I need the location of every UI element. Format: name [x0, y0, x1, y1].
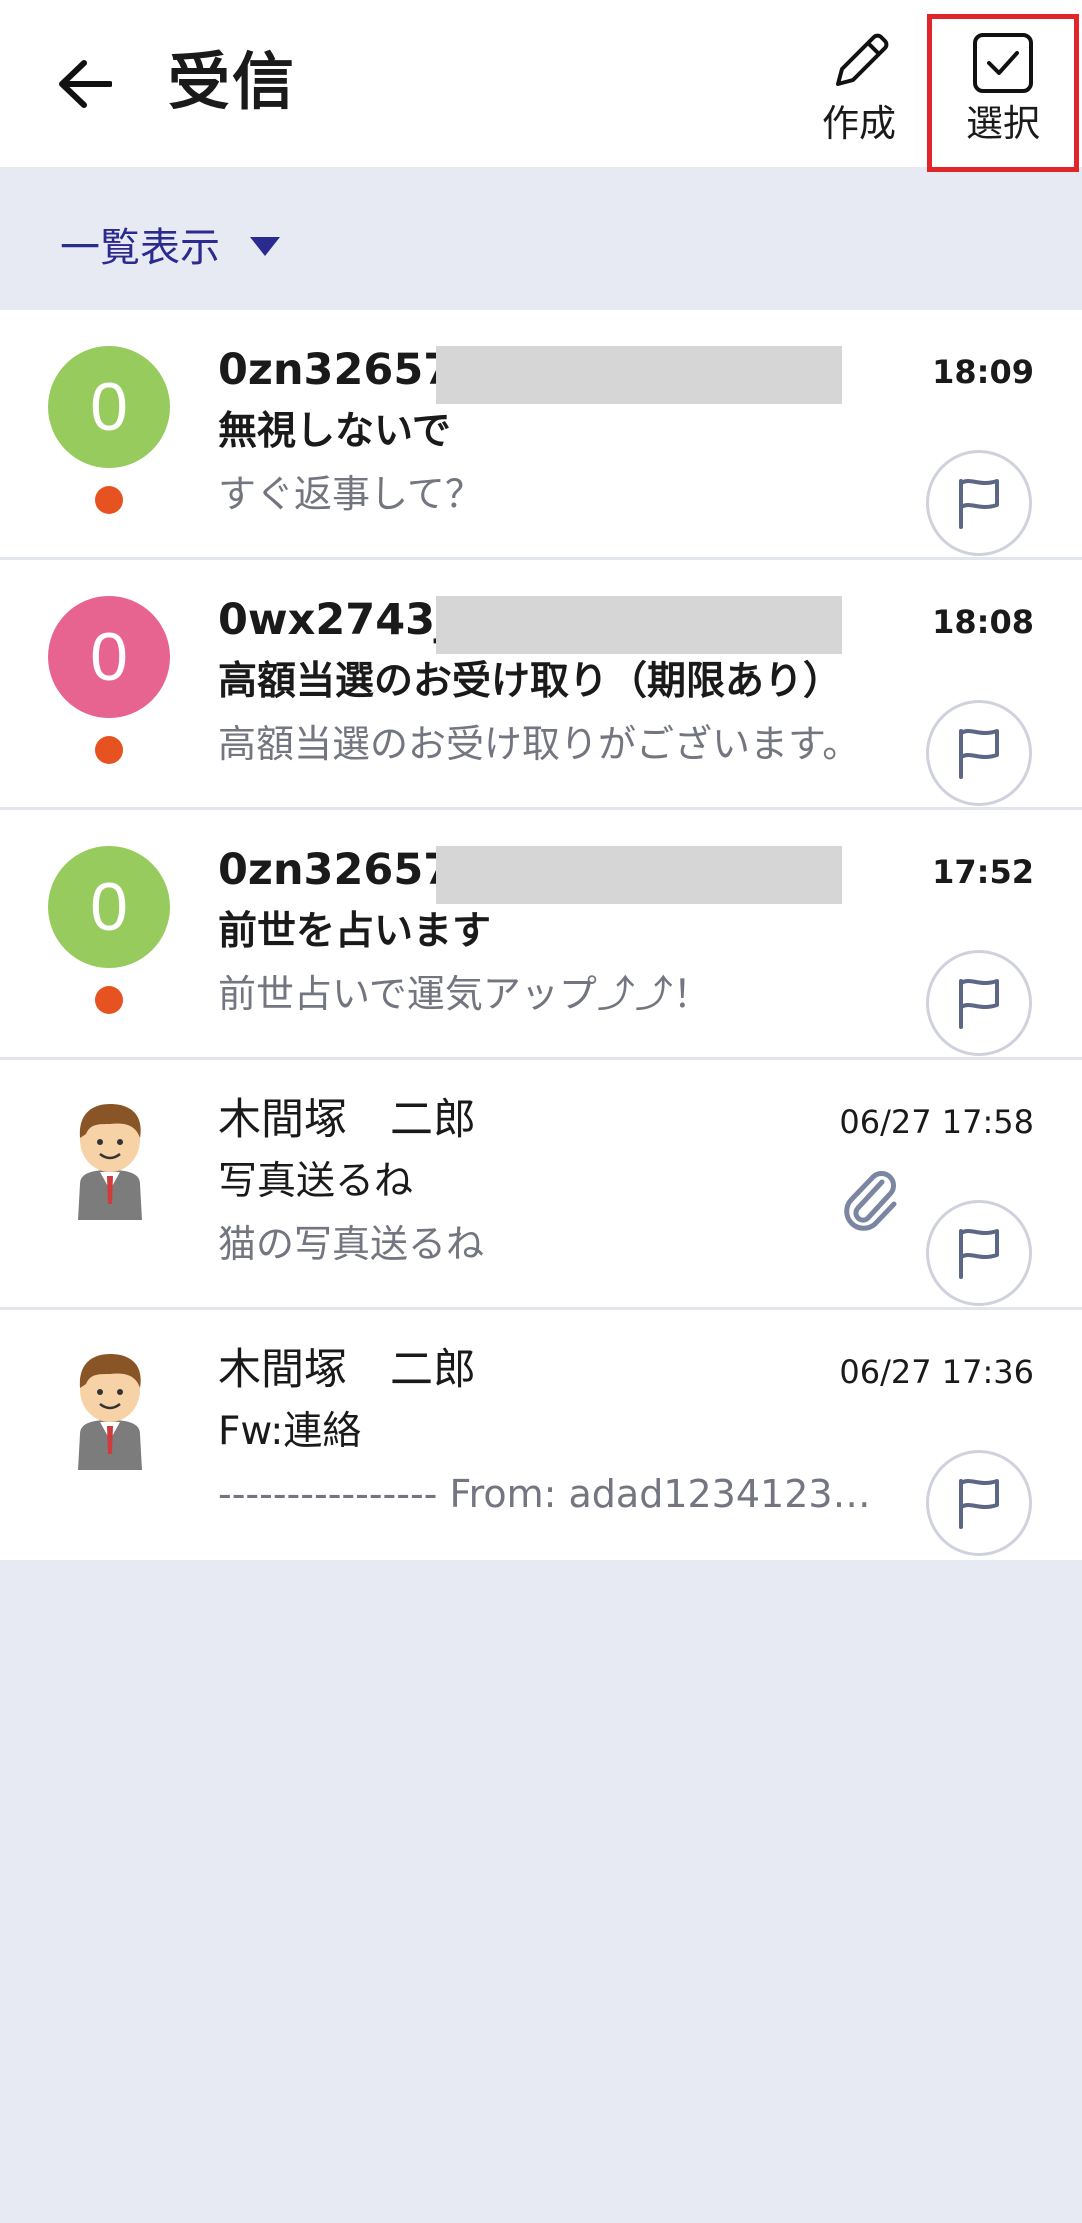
unread-dot [95, 736, 123, 764]
message-subject: 前世を占います [218, 909, 492, 954]
flag-icon [959, 979, 999, 1029]
view-mode-dropdown[interactable]: 一覧表示 [60, 215, 280, 273]
message-list: 0 0zn32657 18:09 無視しないで すぐ返事して？ 0 0wx274… [0, 310, 1082, 1560]
message-preview: 猫の写真送るね [218, 1222, 485, 1266]
person-avatar-icon [78, 1104, 142, 1220]
flag-button[interactable] [926, 950, 1032, 1056]
message-row[interactable]: 木間塚 二郎 06/27 17:36 Fw:連絡 ---------------… [0, 1310, 1082, 1560]
message-subject: 写真送るね [218, 1159, 414, 1204]
message-subject: 無視しないで [218, 409, 451, 454]
flag-button[interactable] [926, 1450, 1032, 1556]
message-preview: すぐ返事して？ [218, 472, 483, 516]
select-button[interactable]: 選択 [947, 24, 1059, 154]
message-preview: 高額当選のお受け取りがございます。 [218, 722, 861, 766]
page-title: 受信 [168, 45, 297, 118]
redacted-area [436, 346, 842, 404]
caret-down-icon [250, 236, 280, 256]
back-button[interactable] [48, 48, 120, 120]
sender-name: 0zn32657 [218, 345, 454, 395]
checkbox-icon [973, 33, 1033, 93]
message-time: 06/27 17:58 [839, 1103, 1034, 1141]
avatar: 0 [48, 846, 170, 968]
message-time: 18:09 [932, 353, 1034, 391]
message-subject: Fw:連絡 [218, 1409, 362, 1454]
view-bar: 一覧表示 [0, 167, 1082, 310]
message-time: 18:08 [932, 603, 1034, 641]
message-row[interactable]: 0 0zn32657 17:52 前世を占います 前世占いで運気アップ⤴⤴！ [0, 810, 1082, 1060]
flag-button[interactable] [926, 450, 1032, 556]
avatar: 0 [48, 596, 170, 718]
flag-icon [959, 1229, 999, 1279]
flag-button[interactable] [926, 700, 1032, 806]
unread-dot [95, 486, 123, 514]
compose-button[interactable]: 作成 [803, 24, 915, 154]
redacted-area [436, 596, 842, 654]
back-arrow-icon [59, 60, 112, 108]
flag-icon [959, 1479, 999, 1529]
paperclip-icon [844, 1171, 897, 1231]
message-row[interactable]: 0 0zn32657 18:09 無視しないで すぐ返事して？ [0, 310, 1082, 560]
person-avatar-icon [78, 1354, 142, 1470]
flag-icon [959, 729, 999, 779]
sender-name: 木間塚 二郎 [218, 1095, 476, 1145]
redacted-area [436, 846, 842, 904]
pencil-icon [836, 33, 889, 86]
compose-label: 作成 [822, 102, 896, 145]
message-preview: ---------------- From: adad1234123@ezweb… [218, 1472, 898, 1516]
app-header: 受信 作成 選択 [0, 0, 1082, 172]
unread-dot [95, 986, 123, 1014]
message-time: 17:52 [932, 853, 1034, 891]
message-subject: 高額当選のお受け取り（期限あり） [218, 659, 843, 704]
view-mode-label: 一覧表示 [60, 225, 220, 271]
flag-button[interactable] [926, 1200, 1032, 1306]
message-row[interactable]: 0 0wx2743j 18:08 高額当選のお受け取り（期限あり） 高額当選のお… [0, 560, 1082, 810]
select-label: 選択 [966, 102, 1040, 145]
message-time: 06/27 17:36 [839, 1353, 1034, 1391]
message-row[interactable]: 木間塚 二郎 06/27 17:58 写真送るね 猫の写真送るね [0, 1060, 1082, 1310]
sender-name: 0zn32657 [218, 845, 454, 895]
sender-name: 木間塚 二郎 [218, 1345, 476, 1395]
flag-icon [959, 479, 999, 529]
avatar: 0 [48, 346, 170, 468]
sender-name: 0wx2743j [218, 595, 450, 645]
message-preview: 前世占いで運気アップ⤴⤴！ [218, 972, 711, 1016]
